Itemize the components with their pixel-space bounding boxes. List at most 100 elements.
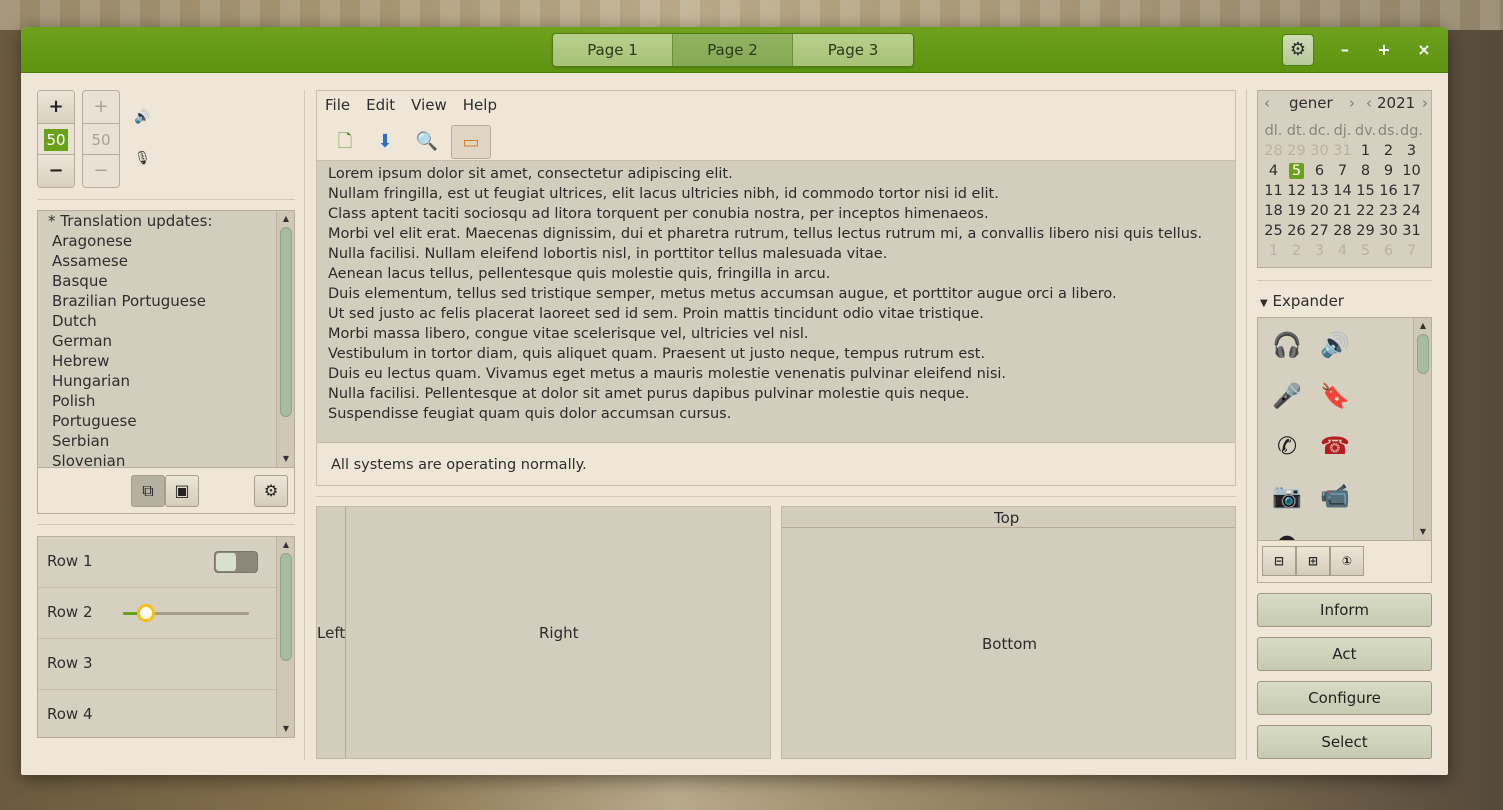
list-row-1[interactable]: Row 1 — [38, 537, 276, 588]
format-icon[interactable]: ⧉ — [131, 475, 165, 507]
list-item[interactable]: * Translation updates: — [38, 211, 294, 231]
search-icon[interactable]: 🔍 — [407, 125, 447, 159]
select-button[interactable]: Select — [1257, 725, 1432, 759]
list-row-2[interactable]: Row 2 — [38, 588, 276, 639]
calendar-day[interactable]: 2 — [1285, 241, 1308, 261]
calendar-day[interactable]: 28 — [1331, 221, 1354, 241]
menu-edit[interactable]: Edit — [358, 91, 403, 119]
maximize-button[interactable]: + — [1372, 38, 1396, 62]
increment-button[interactable]: + — [38, 91, 74, 123]
act-button[interactable]: Act — [1257, 637, 1432, 671]
calendar-day[interactable]: 10 — [1400, 161, 1423, 181]
scroll-down-icon[interactable]: ▼ — [280, 723, 292, 735]
paste-icon[interactable]: ▣ — [165, 475, 199, 507]
calendar-day[interactable]: 7 — [1400, 241, 1423, 261]
menu-view[interactable]: View — [403, 91, 455, 119]
list-row-3[interactable]: Row 3 — [38, 639, 276, 690]
scrollbar-thumb[interactable] — [1417, 334, 1429, 374]
scroll-up-icon[interactable]: ▲ — [280, 213, 292, 225]
calendar-day[interactable]: 19 — [1285, 201, 1308, 221]
menu-file[interactable]: File — [317, 91, 358, 119]
calendar-day[interactable]: 20 — [1308, 201, 1331, 221]
prev-month-icon[interactable]: ‹ — [1264, 94, 1270, 112]
calendar-day[interactable]: 7 — [1331, 161, 1354, 181]
row-1-switch[interactable] — [214, 551, 258, 573]
list-item[interactable]: Assamese — [38, 251, 294, 271]
list-item[interactable]: Brazilian Portuguese — [38, 291, 294, 311]
list-item[interactable]: Dutch — [38, 311, 294, 331]
new-document-icon[interactable]: 🗋 — [325, 125, 365, 159]
calendar-day[interactable]: 26 — [1285, 221, 1308, 241]
calendar-day[interactable]: 31 — [1331, 141, 1354, 161]
gear-icon[interactable]: ⚙ — [1282, 34, 1314, 66]
volume-icon[interactable]: 🔊 — [134, 110, 150, 125]
calendar-day-selected[interactable]: 5 — [1285, 161, 1308, 181]
slider-handle[interactable] — [137, 604, 155, 622]
expander-toggle[interactable]: ▼ Expander — [1260, 292, 1344, 310]
prev-year-icon[interactable]: ‹ — [1366, 94, 1372, 112]
zoom-in-icon[interactable]: ⊞ — [1296, 546, 1330, 576]
tab-page-1[interactable]: Page 1 — [553, 34, 673, 66]
calendar-day[interactable]: 22 — [1354, 201, 1377, 221]
list-item[interactable]: German — [38, 331, 294, 351]
minimize-button[interactable]: – — [1333, 38, 1357, 62]
calendar-day[interactable]: 5 — [1354, 241, 1377, 261]
speaker-icon[interactable]: 🔊 — [1320, 330, 1350, 360]
scroll-up-icon[interactable]: ▲ — [280, 539, 292, 551]
calendar-day[interactable]: 29 — [1354, 221, 1377, 241]
decrement-button[interactable]: − — [38, 155, 74, 187]
list-item[interactable]: Hungarian — [38, 371, 294, 391]
list-scrollbar[interactable]: ▲ ▼ — [276, 211, 294, 467]
calendar-day[interactable]: 9 — [1377, 161, 1400, 181]
list-item[interactable]: Aragonese — [38, 231, 294, 251]
calendar-day[interactable]: 23 — [1377, 201, 1400, 221]
next-year-icon[interactable]: › — [1422, 94, 1428, 112]
calendar-day[interactable]: 30 — [1308, 141, 1331, 161]
list-item[interactable]: Hebrew — [38, 351, 294, 371]
calendar-day[interactable]: 3 — [1308, 241, 1331, 261]
list-item[interactable]: Basque — [38, 271, 294, 291]
icon-grid-scrollbar[interactable]: ▲ ▼ — [1413, 318, 1431, 540]
menu-help[interactable]: Help — [455, 91, 505, 119]
calendar-day[interactable]: 31 — [1400, 221, 1423, 241]
calendar-day[interactable]: 3 — [1400, 141, 1423, 161]
zoom-reset-icon[interactable]: ① — [1330, 546, 1364, 576]
list-item[interactable]: Slovenian — [38, 451, 294, 467]
calendar-day[interactable]: 13 — [1308, 181, 1331, 201]
calendar-day[interactable]: 27 — [1308, 221, 1331, 241]
calendar-day[interactable]: 8 — [1354, 161, 1377, 181]
calendar-day[interactable]: 18 — [1262, 201, 1285, 221]
calendar-day[interactable]: 2 — [1377, 141, 1400, 161]
phone-icon[interactable]: ✆ — [1272, 431, 1302, 461]
calendar-day[interactable]: 28 — [1262, 141, 1285, 161]
calendar-day[interactable]: 16 — [1377, 181, 1400, 201]
scrollbar-thumb[interactable] — [280, 227, 292, 417]
scroll-down-icon[interactable]: ▼ — [1417, 526, 1429, 538]
rows-scrollbar[interactable]: ▲ ▼ — [276, 537, 294, 737]
scroll-up-icon[interactable]: ▲ — [1417, 320, 1429, 332]
calendar-day[interactable]: 4 — [1262, 161, 1285, 181]
list-item[interactable]: Polish — [38, 391, 294, 411]
calendar-day[interactable]: 21 — [1331, 201, 1354, 221]
video-camera-icon[interactable]: 📹 — [1320, 481, 1350, 511]
calendar-day[interactable]: 14 — [1331, 181, 1354, 201]
headphones-icon[interactable]: 🎧 — [1272, 330, 1302, 360]
calendar-day[interactable]: 6 — [1308, 161, 1331, 181]
calendar-day[interactable]: 30 — [1377, 221, 1400, 241]
scrollbar-thumb[interactable] — [280, 553, 292, 661]
calendar-day[interactable]: 6 — [1377, 241, 1400, 261]
bookmark-icon[interactable]: 🔖 — [1320, 381, 1350, 411]
pane-handle[interactable] — [782, 527, 1235, 528]
insert-image-icon[interactable]: ▭ — [451, 125, 491, 159]
calendar-day[interactable]: 11 — [1262, 181, 1285, 201]
microphone-icon[interactable]: 🎙 — [134, 151, 151, 166]
calendar-day[interactable]: 25 — [1262, 221, 1285, 241]
tab-page-2[interactable]: Page 2 — [673, 34, 793, 66]
inform-button[interactable]: Inform — [1257, 593, 1432, 627]
zoom-out-icon[interactable]: ⊟ — [1262, 546, 1296, 576]
list-item[interactable]: Serbian — [38, 431, 294, 451]
next-month-icon[interactable]: › — [1349, 94, 1355, 112]
calendar-day[interactable]: 24 — [1400, 201, 1423, 221]
text-view[interactable]: Lorem ipsum dolor sit amet, consectetur … — [317, 161, 1235, 443]
display-icon[interactable]: ▭ — [1320, 528, 1350, 540]
